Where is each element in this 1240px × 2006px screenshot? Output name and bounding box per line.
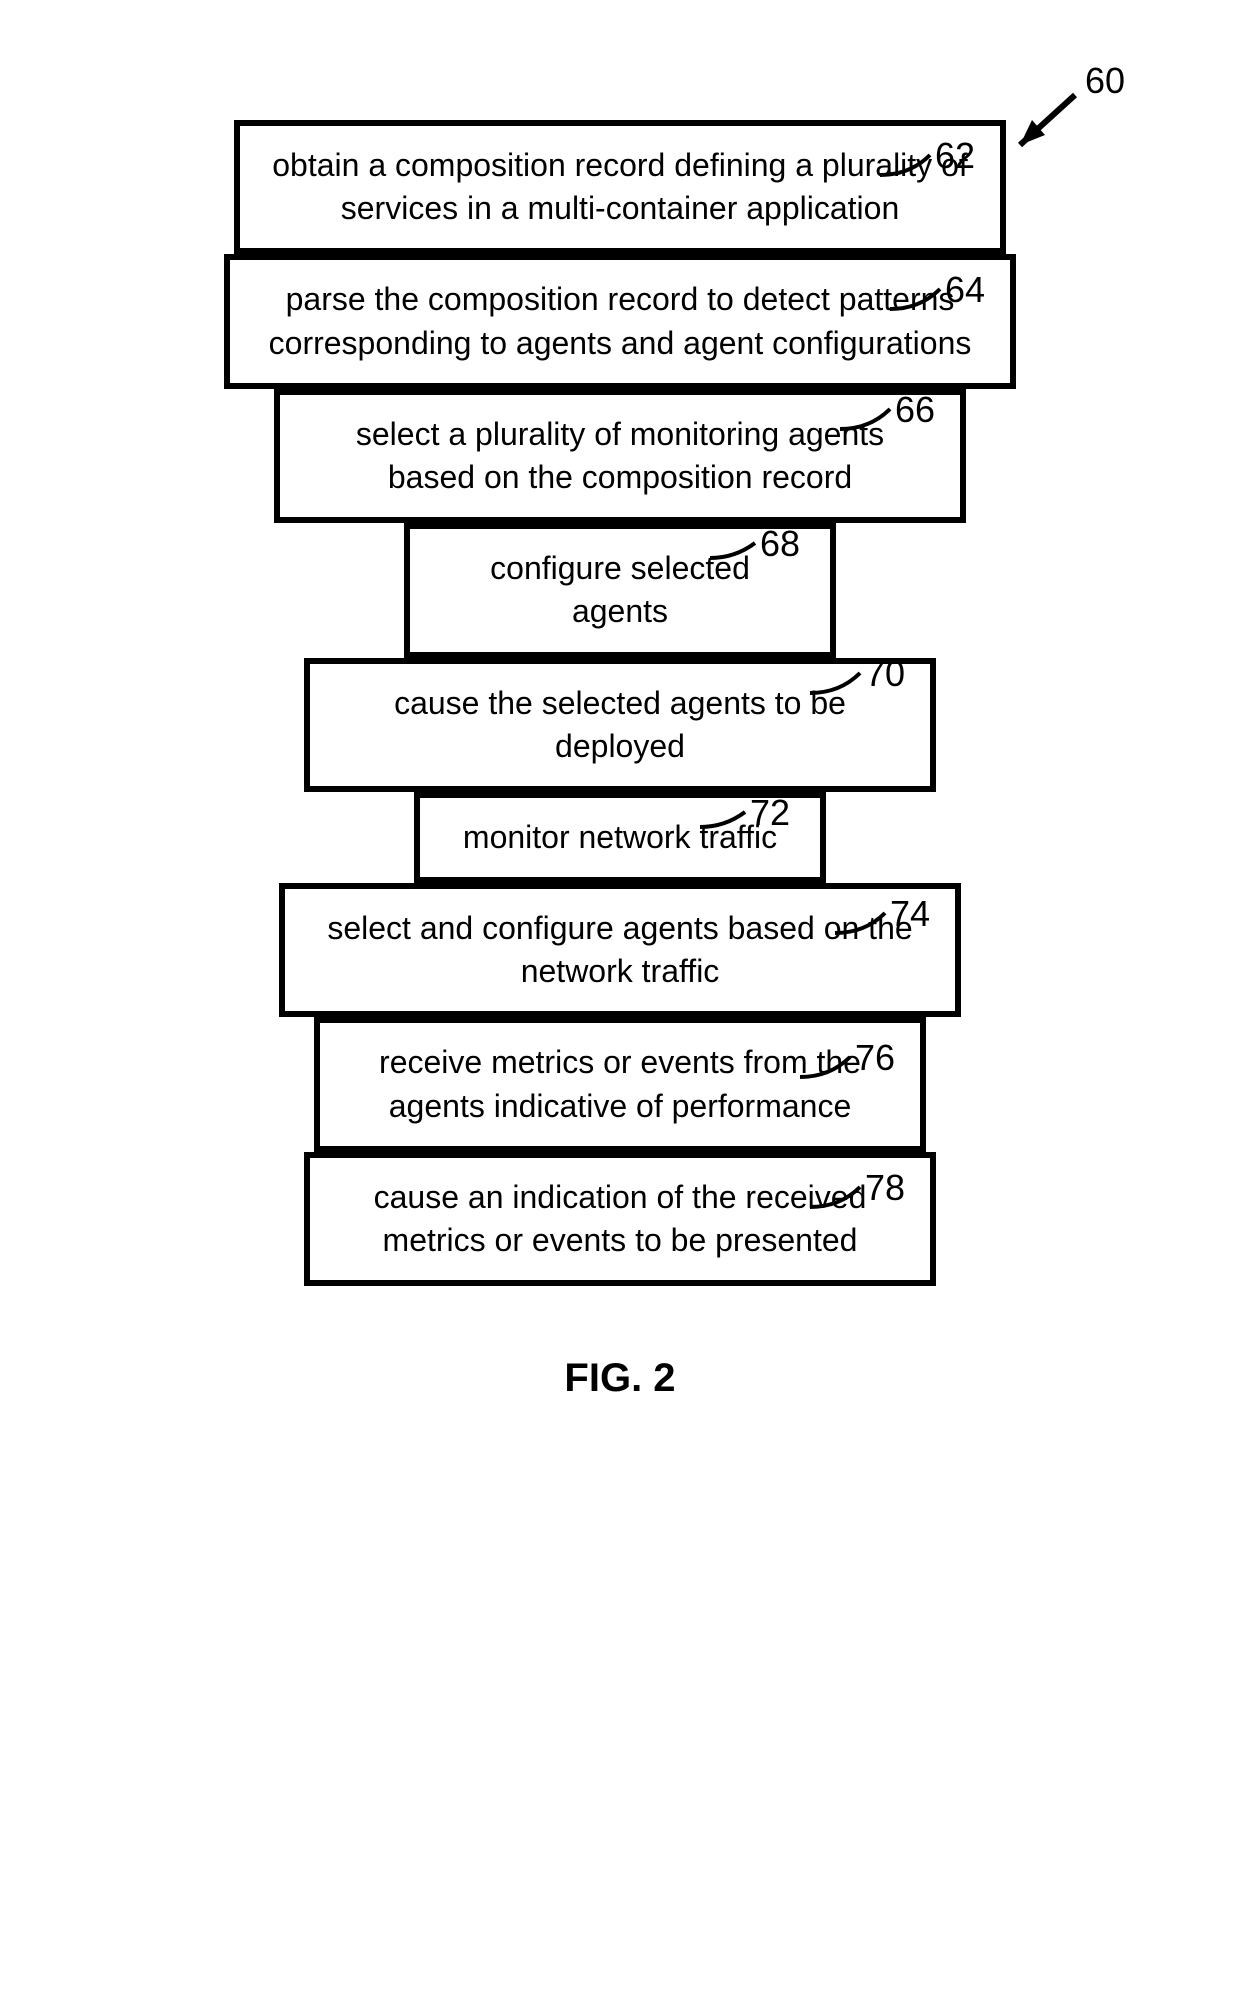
step-row-76: receive metrics or events from the agent… (0, 1017, 1240, 1151)
ref-label-72: 72 (750, 792, 790, 834)
flowchart-container: 60 obtain a composition record defining … (0, 0, 1240, 1401)
ref-label-70: 70 (865, 653, 905, 695)
ref-label-64: 64 (945, 269, 985, 311)
ref-label-74: 74 (890, 893, 930, 935)
step-row-66: select a plurality of monitoring agents … (0, 389, 1240, 523)
ref-label-62: 62 (935, 135, 975, 177)
step-row-62: obtain a composition record defining a p… (0, 120, 1240, 254)
ref-label-78: 78 (865, 1167, 905, 1209)
ref-label-main: 60 (1085, 60, 1125, 102)
ref-label-66: 66 (895, 389, 935, 431)
step-row-70: cause the selected agents to be deployed… (0, 658, 1240, 792)
step-row-74: select and configure agents based on the… (0, 883, 1240, 1017)
step-row-78: cause an indication of the received metr… (0, 1152, 1240, 1286)
step-row-68: configure selected agents 68 (0, 523, 1240, 657)
ref-label-76: 76 (855, 1037, 895, 1079)
step-row-64: parse the composition record to detect p… (0, 254, 1240, 388)
step-row-72: monitor network traffic 72 (0, 792, 1240, 883)
ref-label-68: 68 (760, 523, 800, 565)
figure-caption: FIG. 2 (564, 1356, 675, 1401)
